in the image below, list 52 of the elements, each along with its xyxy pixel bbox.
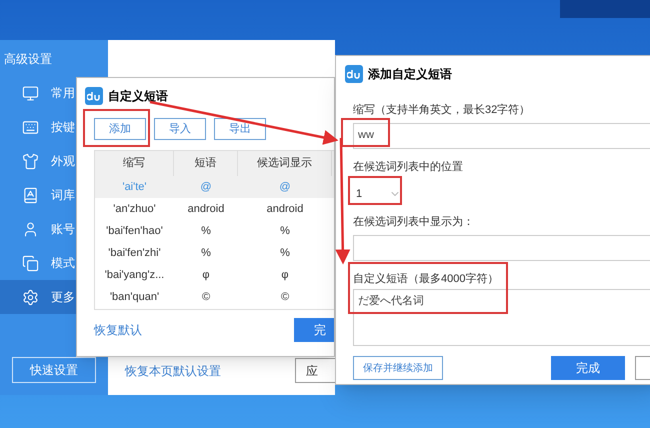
table-cell-text: @ [199, 180, 213, 195]
toolbar-button[interactable]: 添加 [94, 118, 146, 140]
shirt-icon [22, 152, 39, 170]
field-label: 在候选词列表中的位置 [353, 160, 464, 174]
table-cell-text: 'bai'fen'zhi' [107, 246, 162, 261]
done-button[interactable]: 完成 [550, 356, 625, 380]
field-label: 缩写（支持半角英文，最长32字符） [353, 102, 532, 118]
dialog-title: 添加自定义短语 [368, 66, 452, 83]
toolbar-button[interactable]: 导入 [154, 118, 206, 140]
table-cell-text: % [279, 246, 291, 261]
table-cell-text: © [200, 290, 212, 305]
save-and-continue-button[interactable]: 保存并继续添加 [353, 356, 443, 380]
table-cell-text: @ [278, 180, 292, 195]
table-row[interactable]: 'ai'te' @ @ [95, 176, 334, 198]
field-label: 自定义短语（最多4000字符） [353, 272, 500, 286]
phrase-text-area[interactable]: だ爱へ代名词 [353, 289, 650, 346]
user-icon [22, 220, 39, 238]
settings-icon [22, 288, 39, 306]
toolbar-button[interactable]: 导出 [214, 118, 266, 140]
monitor-icon [22, 84, 39, 102]
table-cell-text: φ [280, 268, 290, 283]
highlight-box [348, 176, 402, 205]
app-logo-icon [85, 87, 103, 105]
pages-icon [22, 254, 39, 272]
field-label: 在候选词列表中显示为： [353, 215, 475, 230]
window-title: 高级设置 [3, 51, 53, 68]
table-cell-text: 'ban'quan' [108, 290, 160, 305]
table-cell-text: © [280, 290, 290, 305]
quick-settings-button[interactable]: 快速设置 [12, 357, 96, 383]
done-button[interactable]: 完 [294, 318, 334, 342]
table-cell-text: % [200, 224, 212, 239]
dialog-title: 自定义短语 [108, 88, 168, 105]
table-cell-text: 'bai'yang'z... [104, 268, 166, 283]
table-cell-text: 'an'zhuo' [112, 202, 157, 217]
highlight-box [83, 109, 150, 147]
table-cell-text: φ [201, 268, 211, 283]
table-cell-text: android [186, 202, 226, 217]
table-cell-text: % [200, 246, 212, 261]
table-cell-text: android [266, 202, 304, 217]
keyboard-icon [22, 118, 39, 136]
position-dropdown[interactable]: 1 [353, 183, 401, 205]
table-cell-text: 'ai'te' [121, 180, 148, 195]
abbreviation-field[interactable]: ww [353, 122, 650, 148]
book-icon [22, 186, 39, 204]
table-cell-text: 'bai'fen'hao' [105, 224, 164, 239]
restore-defaults-link[interactable]: 恢复默认 [94, 321, 142, 339]
restore-page-link[interactable]: 恢复本页默认设置 [125, 362, 221, 380]
highlight-box [341, 118, 390, 147]
display-field[interactable] [353, 234, 650, 260]
table-cell-text: % [279, 224, 291, 239]
app-logo-icon [345, 65, 363, 83]
sidebar-item[interactable]: 常用 [0, 76, 108, 110]
